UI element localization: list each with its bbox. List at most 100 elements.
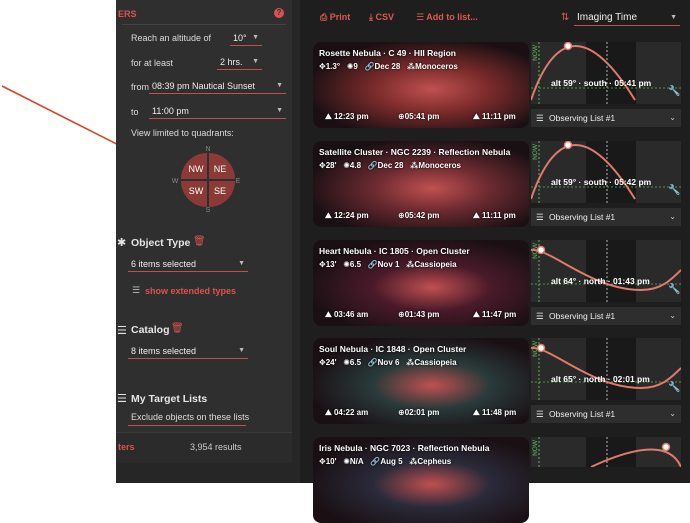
link-icon: 🔗 <box>370 457 381 466</box>
duration-label: for at least <box>131 58 174 68</box>
sort-icon: ⇅ <box>561 12 570 23</box>
wrench-icon[interactable]: 🔧 <box>668 284 680 295</box>
link-icon: 🔗 <box>367 358 378 367</box>
csv-button[interactable]: ⤓ CSV <box>369 12 394 23</box>
object-meta: ✥24' ✺6.5 🔗Nov 6 ⁂Cassiopeia <box>319 358 457 367</box>
altitude-chart[interactable]: NOW alt 59° · south · 05:42 pm <box>531 141 681 203</box>
chevron-down-icon: ⌄ <box>669 212 676 221</box>
rise-icon: ⛰ <box>325 112 332 121</box>
object-type-select[interactable]: 6 items selected ▼ <box>128 256 248 272</box>
wrench-icon[interactable]: 🔧 <box>668 382 680 393</box>
observing-list-select[interactable]: ☰ Observing List #1 ⌄ <box>531 109 681 127</box>
target-lists-desc: Exclude objects on these lists <box>131 412 250 422</box>
svg-text:NE: NE <box>214 164 227 174</box>
wrench-icon[interactable]: 🔧 <box>668 185 680 196</box>
catalog-icon: ☰ <box>117 325 127 337</box>
magnitude-icon: ✺ <box>343 358 350 367</box>
quadrant-n: N <box>205 146 210 153</box>
altitude-label: alt 59° · south · 05:42 pm <box>551 177 652 187</box>
list-icon: ☰ <box>536 113 544 123</box>
question-circle-icon[interactable]: ? <box>274 8 284 18</box>
sort-select[interactable]: Imaging Time ▼ <box>574 10 680 26</box>
link-icon: 🔗 <box>364 62 375 71</box>
list-icon: ☰ <box>536 311 544 321</box>
object-meta: ✥28' ✺4.8 🔗Dec 28 ⁂Monoceros <box>319 161 461 170</box>
filter-sidebar: ERS ? Reach an altitude of 10° ▼ for at l… <box>116 0 292 462</box>
quadrant-picker: N S W E NW NE SW SE <box>172 146 241 214</box>
transit-icon: ⊕ <box>398 211 405 220</box>
list-icon: ☰ <box>416 12 425 22</box>
rise-icon: ⛰ <box>325 211 332 220</box>
object-card[interactable]: Rosette Nebula · C 49 · HII Region ✥1.3°… <box>313 42 529 128</box>
rise-icon: ⛰ <box>325 408 332 417</box>
sidebar-header: ERS <box>118 9 137 19</box>
target-lists-title: My Target Lists <box>131 393 208 405</box>
download-icon: ⤓ <box>369 12 373 22</box>
size-icon: ✥ <box>319 62 326 71</box>
object-title: Heart Nebula · IC 1805 · Open Cluster <box>319 246 470 256</box>
object-card[interactable]: Iris Nebula · NGC 7023 · Reflection Nebu… <box>313 437 529 523</box>
from-label: from <box>131 82 149 92</box>
size-icon: ✥ <box>319 260 326 269</box>
altitude-label: alt 65° · north · 02:01 pm <box>551 374 650 384</box>
duration-select[interactable]: 2 hrs. ▼ <box>217 54 262 70</box>
quadrant-w: W <box>172 178 179 185</box>
object-type-title: Object Type <box>131 237 191 249</box>
set-icon: ⛰ <box>473 211 480 220</box>
magnitude-icon: ✺ <box>343 457 350 466</box>
transit-icon: ⊕ <box>398 112 405 121</box>
reset-filters-link[interactable]: ters <box>118 442 135 452</box>
altitude-chart[interactable]: NOW alt 64° · north · 01:43 pm <box>531 240 681 302</box>
trash-icon[interactable]: 🗑 <box>171 323 184 334</box>
svg-text:SW: SW <box>189 186 204 196</box>
quadrant-label: View limited to quadrants: <box>131 128 234 138</box>
quadrant-s: S <box>206 207 211 214</box>
list-icon: ☰ <box>536 409 544 419</box>
magnitude-icon: ✺ <box>343 260 350 269</box>
object-type-icon: ✱ <box>117 237 127 249</box>
link-icon: 🔗 <box>367 260 378 269</box>
sidebar-footer: ters 3,954 results <box>116 432 292 463</box>
add-to-list-button[interactable]: ☰ Add to list... <box>416 12 478 23</box>
object-meta: ✥13' ✺6.5 🔗Nov 1 ⁂Cassiopeia <box>319 260 457 269</box>
target-lists-icon: ☰ <box>117 393 127 405</box>
transit-icon: ⊕ <box>398 408 405 417</box>
altitude-label: alt 59° · south · 05:41 pm <box>551 78 652 88</box>
trash-icon[interactable]: 🗑 <box>193 236 206 247</box>
list-icon: ☰ <box>132 285 141 295</box>
catalog-title: Catalog <box>131 324 170 336</box>
print-icon: ⎙ <box>320 12 328 22</box>
chevron-down-icon: ⌄ <box>669 409 676 418</box>
quadrant-e: E <box>236 178 241 185</box>
object-meta: ✥10' ✺N/A 🔗Aug 5 ⁂Cepheus <box>319 457 452 466</box>
svg-text:SE: SE <box>214 186 226 196</box>
observing-list-select[interactable]: ☰ Observing List #1 ⌄ <box>531 208 681 226</box>
object-card[interactable]: Heart Nebula · IC 1805 · Open Cluster ✥1… <box>313 240 529 326</box>
set-icon: ⛰ <box>473 310 480 319</box>
object-title: Rosette Nebula · C 49 · HII Region <box>319 48 456 58</box>
catalog-select[interactable]: 8 items selected ▼ <box>128 343 248 359</box>
size-icon: ✥ <box>319 358 326 367</box>
wrench-icon[interactable]: 🔧 <box>668 86 680 97</box>
from-select[interactable]: 08:39 pm Nautical Sunset ▼ <box>149 78 286 94</box>
altitude-select[interactable]: 10° ▼ <box>230 30 262 46</box>
altitude-chart[interactable]: NOW alt 65° · north · 02:01 pm <box>531 338 681 400</box>
altitude-label: Reach an altitude of <box>131 33 212 43</box>
show-extended-types-link[interactable]: show extended types <box>145 286 236 296</box>
list-icon: ☰ <box>536 212 544 222</box>
object-meta: ✥1.3° ✺9 🔗Dec 28 ⁂Monoceros <box>319 62 458 71</box>
altitude-chart[interactable]: NOW alt 59° · south · 05:41 pm <box>531 42 681 104</box>
object-title: Soul Nebula · IC 1848 · Open Cluster <box>319 344 467 354</box>
observing-list-select[interactable]: ☰ Observing List #1 ⌄ <box>531 405 681 423</box>
to-select[interactable]: 11:00 pm ▼ <box>149 103 286 119</box>
size-icon: ✥ <box>319 161 326 170</box>
constellation-icon: ⁂ <box>406 62 416 71</box>
set-icon: ⛰ <box>473 112 480 121</box>
print-button[interactable]: ⎙ Print <box>320 12 350 23</box>
magnitude-icon: ✺ <box>343 161 350 170</box>
results-count: 3,954 results <box>190 442 242 452</box>
object-card[interactable]: Satellite Cluster · NGC 2239 · Reflectio… <box>313 141 529 227</box>
altitude-chart[interactable]: NOW <box>531 437 681 467</box>
observing-list-select[interactable]: ☰ Observing List #1 ⌄ <box>531 307 681 325</box>
object-card[interactable]: Soul Nebula · IC 1848 · Open Cluster ✥24… <box>313 338 529 424</box>
